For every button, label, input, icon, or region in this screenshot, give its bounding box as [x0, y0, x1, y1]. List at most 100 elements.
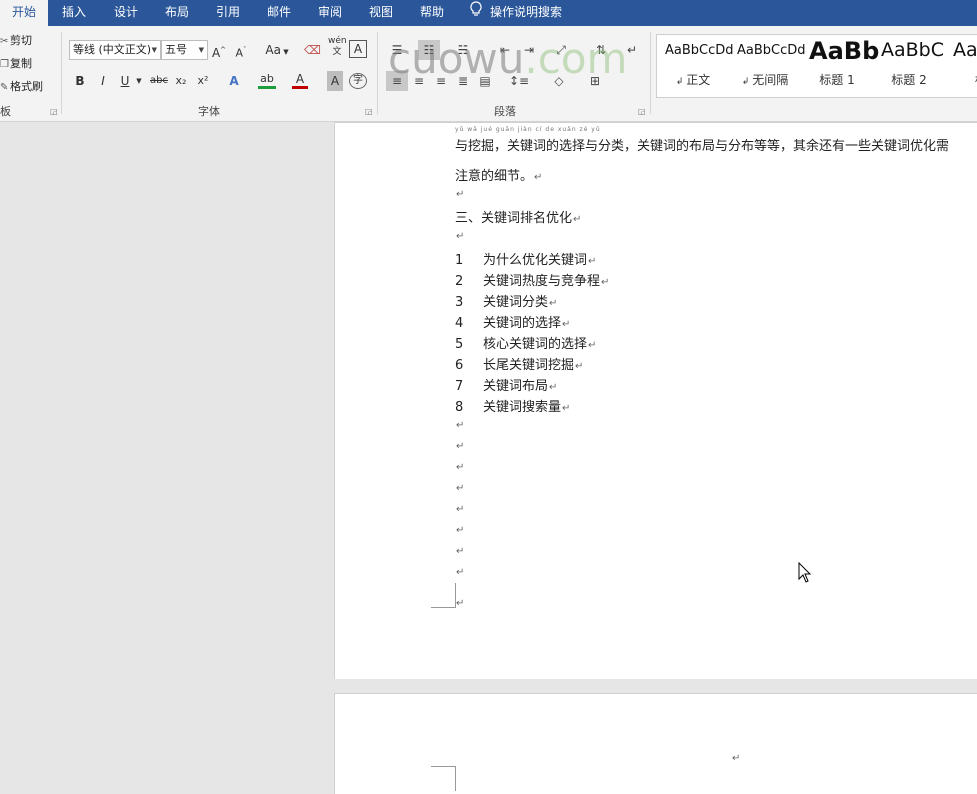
highlight-color-icon[interactable]: ab: [258, 69, 276, 89]
paintbrush-icon: ✎: [0, 82, 9, 93]
chinese-layout-icon[interactable]: ⤢: [550, 40, 572, 60]
copy-label: 复制: [10, 57, 32, 70]
italic-button[interactable]: I: [95, 71, 111, 91]
sort-icon[interactable]: ⇅: [590, 40, 612, 60]
empty-paragraph: ↵: [456, 189, 465, 200]
tab-help[interactable]: 帮助: [410, 0, 454, 26]
cut-label: 剪切: [10, 34, 32, 47]
clear-formatting-icon[interactable]: ⌫: [304, 40, 321, 60]
group-divider: [650, 32, 651, 114]
format-painter-label: 格式刷: [10, 80, 43, 93]
style-no-spacing[interactable]: AaBbCcDd ↲ 无间隔: [729, 35, 806, 95]
chevron-down-icon: ▼: [151, 46, 157, 54]
tab-view[interactable]: 视图: [359, 0, 403, 26]
underline-button[interactable]: U: [117, 71, 133, 91]
tab-design[interactable]: 设计: [104, 0, 148, 26]
cut-button[interactable]: ✂ 剪切: [0, 32, 32, 50]
empty-paragraph: ↵: [456, 567, 465, 578]
style-sample: AaBbCcDd: [737, 43, 806, 58]
font-size-dropdown[interactable]: 五号 ▼: [161, 40, 208, 60]
phonetic-annotation: yǔ wā jué guān jiàn cí de xuǎn zé yǔ: [455, 126, 601, 133]
document-page[interactable]: yǔ wā jué guān jiàn cí de xuǎn zé yǔ 与挖掘…: [334, 122, 977, 679]
font-name-value: 等线 (中文正文): [73, 43, 152, 56]
margin-corner-mark: [431, 766, 456, 791]
bullets-icon[interactable]: ☰: [386, 40, 408, 60]
superscript-button[interactable]: x²: [195, 71, 211, 91]
style-heading-3[interactable]: Aa 标: [945, 35, 977, 95]
tab-references[interactable]: 引用: [206, 0, 250, 26]
document-page-2[interactable]: ↵: [334, 693, 977, 794]
style-sample: Aa: [953, 39, 977, 61]
empty-paragraph: ↵: [456, 420, 465, 431]
lightbulb-icon: [470, 0, 482, 25]
numbering-icon[interactable]: ☷: [418, 40, 440, 60]
line-spacing-icon[interactable]: ↕≡: [506, 71, 532, 91]
style-name: ↲ 无间隔: [741, 73, 789, 87]
copy-icon: ❐: [0, 59, 9, 70]
borders-icon[interactable]: ⊞: [582, 71, 608, 91]
font-size-value: 五号: [165, 43, 187, 56]
empty-paragraph: ↵: [456, 441, 465, 452]
distributed-icon[interactable]: ▤: [474, 71, 496, 91]
tell-me-search[interactable]: 操作说明搜索: [470, 0, 562, 26]
font-name-dropdown[interactable]: 等线 (中文正文) ▼: [69, 40, 161, 60]
list-item: 5 核心关键词的选择↵: [455, 337, 597, 352]
tab-layout[interactable]: 布局: [155, 0, 199, 26]
paragraph-launcher-icon[interactable]: ◲: [638, 107, 646, 116]
increase-indent-icon[interactable]: ⇥: [518, 40, 540, 60]
font-group-label: 字体: [198, 105, 220, 118]
justify-icon[interactable]: ≣: [452, 71, 474, 91]
list-item: 8 关键词搜索量↵: [455, 400, 571, 415]
tab-review[interactable]: 审阅: [308, 0, 352, 26]
character-shading-icon[interactable]: A: [327, 71, 343, 91]
phonetic-guide-button[interactable]: wén 文: [328, 36, 347, 57]
style-heading-1[interactable]: AaBb 标题 1: [801, 35, 879, 95]
show-marks-icon[interactable]: ↵: [624, 40, 640, 60]
style-name: 标题 1: [819, 73, 855, 87]
style-name: 标题 2: [891, 73, 927, 87]
tell-me-label: 操作说明搜索: [490, 5, 563, 19]
style-sample: AaBb: [809, 37, 880, 65]
style-normal[interactable]: AaBbCcDd ↲ 正文: [657, 35, 734, 95]
character-border-icon[interactable]: A: [349, 40, 367, 58]
change-case-button[interactable]: Aa ▼: [262, 40, 292, 60]
enclose-characters-icon[interactable]: 字: [349, 73, 367, 89]
document-area: yǔ wā jué guān jiàn cí de xuǎn zé yǔ 与挖掘…: [0, 122, 977, 794]
group-divider: [61, 32, 62, 114]
tab-mailings[interactable]: 邮件: [257, 0, 301, 26]
multilevel-list-icon[interactable]: ☵: [452, 40, 474, 60]
style-heading-2[interactable]: AaBbC 标题 2: [873, 35, 945, 95]
chevron-down-icon[interactable]: ▼: [135, 71, 143, 91]
strikethrough-button[interactable]: abc: [149, 71, 169, 91]
clipboard-group-label: 板: [0, 105, 11, 118]
tab-home[interactable]: 开始: [0, 0, 48, 26]
clipboard-launcher-icon[interactable]: ◲: [50, 107, 58, 116]
shrink-font-icon[interactable]: Aˇ: [233, 40, 249, 60]
style-name: 标: [945, 71, 977, 88]
ribbon-tab-bar: 开始 插入 设计 布局 引用 邮件 审阅 视图 帮助 操作说明搜索: [0, 0, 977, 26]
format-painter-button[interactable]: ✎ 格式刷: [0, 78, 43, 96]
shading-icon[interactable]: ◇: [546, 71, 572, 91]
font-color-icon[interactable]: A: [292, 69, 308, 89]
section-heading: 三、关键词排名优化↵: [455, 211, 582, 226]
bold-button[interactable]: B: [72, 71, 88, 91]
decrease-indent-icon[interactable]: ⇤: [494, 40, 516, 60]
tab-insert[interactable]: 插入: [52, 0, 96, 26]
copy-button[interactable]: ❐复制: [0, 55, 32, 73]
align-right-icon[interactable]: ≡: [430, 71, 452, 91]
align-center-icon[interactable]: ≡: [408, 71, 430, 91]
scissors-icon: ✂: [0, 36, 9, 47]
text-effects-icon[interactable]: A: [226, 71, 242, 91]
phonetic-guide-label: wén: [328, 36, 347, 46]
style-sample: AaBbC: [881, 39, 945, 61]
font-launcher-icon[interactable]: ◲: [365, 107, 373, 116]
align-left-icon[interactable]: ≡: [386, 71, 408, 91]
empty-paragraph: ↵: [456, 546, 465, 557]
list-item: 6 长尾关键词挖掘↵: [455, 358, 584, 373]
list-item: 3 关键词分类↵: [455, 295, 558, 310]
style-name: ↲ 正文: [675, 73, 711, 87]
grow-font-icon[interactable]: A^: [211, 40, 227, 60]
subscript-button[interactable]: x₂: [173, 71, 189, 91]
body-text-line: 与挖掘，关键词的选择与分类，关键词的布局与分布等等，其余还有一些关键词优化需: [455, 139, 950, 154]
style-sample: AaBbCcDd: [665, 43, 734, 58]
